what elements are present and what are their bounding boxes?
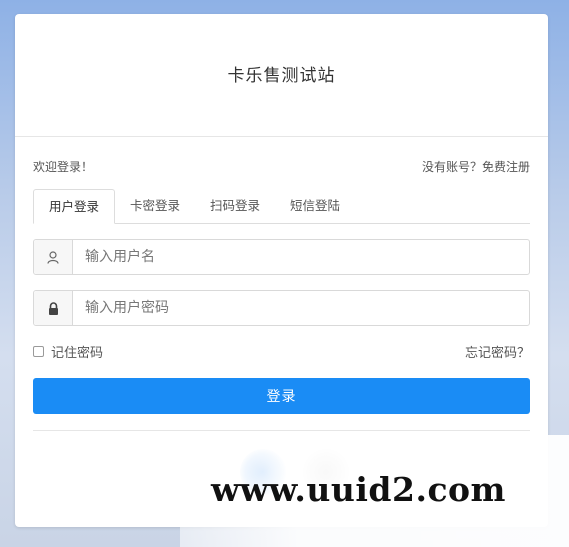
login-tabs: 用户登录 卡密登录 扫码登录 短信登陆 xyxy=(33,189,530,224)
welcome-text: 欢迎登录！ xyxy=(33,159,94,174)
tab-user-login[interactable]: 用户登录 xyxy=(33,189,116,224)
password-input[interactable] xyxy=(73,291,529,325)
login-button[interactable]: 登录 xyxy=(33,378,530,414)
site-title: 卡乐售测试站 xyxy=(227,65,336,86)
lock-icon xyxy=(34,291,73,325)
card-header: 卡乐售测试站 xyxy=(15,14,548,137)
remember-password[interactable]: 记住密码 xyxy=(33,342,103,361)
register-link[interactable]: 没有账号？免费注册 xyxy=(422,158,530,175)
options-row: 记住密码 忘记密码？ xyxy=(33,342,530,361)
tab-sms-login[interactable]: 短信登陆 xyxy=(275,189,355,223)
welcome-row: 欢迎登录！ 没有账号？免费注册 xyxy=(33,158,530,174)
password-group xyxy=(33,290,530,326)
remember-checkbox[interactable] xyxy=(33,345,44,357)
username-input[interactable] xyxy=(73,240,529,274)
watermark-text: www.uuid2.com xyxy=(211,470,506,509)
forgot-password-link[interactable]: 忘记密码？ xyxy=(465,342,530,361)
tab-card-login[interactable]: 卡密登录 xyxy=(115,189,195,223)
tab-qrcode-login[interactable]: 扫码登录 xyxy=(195,189,275,223)
user-icon xyxy=(34,240,73,274)
username-group xyxy=(33,239,530,275)
remember-label: 记住密码 xyxy=(51,345,104,361)
